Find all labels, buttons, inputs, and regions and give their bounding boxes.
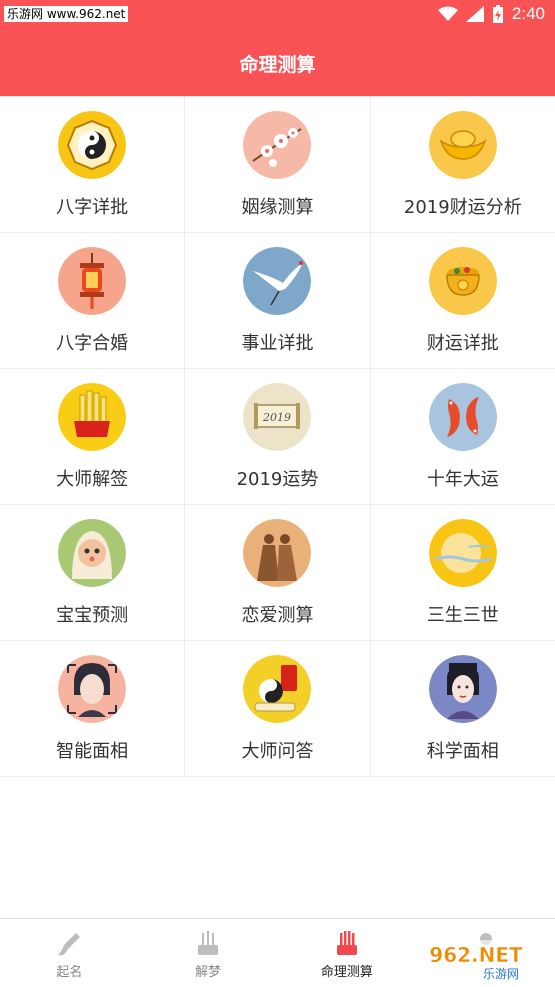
grid-item-label: 八字详批	[56, 197, 129, 218]
sticks-icon	[336, 931, 357, 955]
taiji-scroll-icon	[243, 655, 312, 723]
fortune-sticks-icon	[58, 383, 127, 451]
lantern-icon	[58, 247, 127, 315]
grid-row: 宝宝预测 恋爱测算 三生三世	[0, 505, 555, 641]
tab-label: 起名	[56, 965, 83, 980]
grid-item-label: 科学面相	[426, 741, 499, 762]
grid-item-label: 恋爱测算	[241, 605, 314, 626]
grid-item-label: 2019财运分析	[403, 197, 522, 218]
svg-text:962.NET: 962.NET	[429, 943, 523, 967]
couple-icon	[243, 519, 312, 587]
grid-item-bazi-marriage[interactable]: 八字合婚	[0, 233, 186, 368]
svg-text:乐游网: 乐游网	[483, 967, 519, 981]
bagua-icon	[58, 111, 127, 179]
grid-item-wealth-2019[interactable]: 2019财运分析	[371, 97, 555, 232]
grid-item-fortune-2019[interactable]: 2019 2019运势	[185, 369, 371, 504]
grid-item-marriage[interactable]: 姻缘测算	[185, 97, 371, 232]
baby-icon	[58, 519, 127, 587]
grid-item-smart-face[interactable]: 智能面相	[0, 641, 186, 776]
grid-item-three-lives[interactable]: 三生三世	[371, 505, 555, 640]
wifi-icon	[437, 6, 458, 21]
tab-dream[interactable]: 解梦	[139, 919, 278, 987]
grid-item-wealth[interactable]: 财运详批	[371, 233, 555, 368]
grid-item-label: 大师解签	[56, 469, 129, 490]
grid-item-love[interactable]: 恋爱测算	[185, 505, 371, 640]
grid-item-master-qa[interactable]: 大师问答	[185, 641, 371, 776]
crane-icon	[243, 247, 312, 315]
signal-icon	[465, 6, 484, 22]
watermark-site: 乐游网 www.962.net	[4, 6, 129, 22]
lady-portrait-icon	[428, 655, 497, 723]
app-bar: 命理测算	[0, 30, 555, 96]
tab-label: 解梦	[195, 965, 222, 980]
tab-fortune[interactable]: 命理测算	[278, 919, 417, 987]
grid-item-label: 宝宝预测	[56, 605, 129, 626]
grid-item-label: 姻缘测算	[241, 197, 314, 218]
feature-grid: 八字详批 姻缘测算 2019财运分析 八字合婚 事业详批 财运详批 大师解签 2…	[0, 96, 555, 777]
koi-fish-icon	[428, 383, 497, 451]
grid-item-label: 大师问答	[241, 741, 314, 762]
battery-icon	[492, 5, 503, 23]
grid-item-label: 十年大运	[426, 469, 499, 490]
tab-label: 命理测算	[320, 965, 373, 980]
plum-blossom-icon	[243, 111, 312, 179]
watermark-logo: 962.NET 乐游网	[401, 940, 551, 981]
grid-item-label: 八字合婚	[56, 333, 129, 354]
grid-item-baby[interactable]: 宝宝预测	[0, 505, 186, 640]
brush-icon	[58, 933, 81, 956]
svg-text:2019: 2019	[262, 411, 291, 424]
grid-row: 智能面相 大师问答 科学面相	[0, 641, 555, 777]
gold-ingot-icon	[428, 111, 497, 179]
clock: 2:40	[511, 4, 545, 23]
grid-row: 大师解签 2019 2019运势 十年大运	[0, 369, 555, 505]
status-bar: 乐游网 www.962.net 2:40	[0, 0, 555, 30]
treasure-bowl-icon	[428, 247, 497, 315]
grid-row: 八字详批 姻缘测算 2019财运分析	[0, 97, 555, 233]
tab-naming[interactable]: 起名	[0, 919, 139, 987]
face-scan-icon	[58, 655, 127, 723]
grid-item-science-face[interactable]: 科学面相	[371, 641, 555, 776]
grid-item-label: 智能面相	[56, 741, 129, 762]
grid-item-bazi[interactable]: 八字详批	[0, 97, 186, 232]
scroll-2019-icon: 2019	[243, 383, 312, 451]
grid-item-label: 三生三世	[426, 605, 499, 626]
grid-item-label: 2019运势	[236, 469, 319, 490]
grid-item-label: 事业详批	[241, 333, 314, 354]
grid-row: 八字合婚 事业详批 财运详批	[0, 233, 555, 369]
grid-item-decade[interactable]: 十年大运	[371, 369, 555, 504]
grid-item-master-sticks[interactable]: 大师解签	[0, 369, 186, 504]
moon-icon	[428, 519, 497, 587]
page-title: 命理测算	[239, 54, 316, 76]
incense-icon	[198, 931, 219, 955]
grid-item-career[interactable]: 事业详批	[185, 233, 371, 368]
grid-item-label: 财运详批	[426, 333, 499, 354]
